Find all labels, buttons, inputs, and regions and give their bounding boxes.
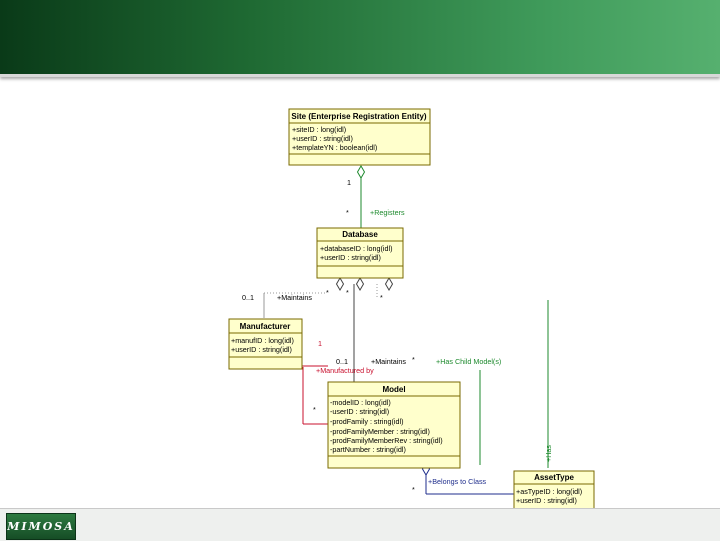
- class-site: Site (Enterprise Registration Entity) +s…: [288, 108, 431, 166]
- model-attr-3: -prodFamily : string(idl): [330, 417, 404, 426]
- database-aggregation-diamond-3: [384, 277, 394, 291]
- database-class-title: Database: [342, 230, 378, 239]
- database-aggregation-diamond-2: [355, 277, 365, 291]
- database-multiplicity: *: [346, 208, 349, 217]
- assettype-class-title: AssetType: [534, 473, 574, 482]
- has-child-models-label: +Has Child Model(s): [436, 357, 501, 366]
- belongs-to-class-label: +Belongs to Class: [428, 477, 487, 486]
- model-attr-5: -prodFamilyMemberRev : string(idl): [330, 436, 443, 445]
- database-star-1: *: [326, 288, 329, 297]
- model-attr-4: -prodFamilyMember : string(idl): [330, 427, 430, 436]
- model-class-title: Model: [382, 385, 405, 394]
- maintains-role-label: +Maintains: [277, 293, 312, 302]
- model-star: *: [313, 405, 316, 414]
- class-manufacturer: Manufacturer +manufID : long(idl) +userI…: [228, 318, 303, 370]
- manufacturer-multiplicity: 0..1: [242, 293, 254, 302]
- assettype-star: *: [412, 485, 415, 494]
- model-attr-2: -userID : string(idl): [330, 407, 389, 416]
- site-attr-2: +userID : string(idl): [292, 134, 353, 143]
- site-attr-1: +siteID : long(idl): [292, 125, 346, 134]
- manufacturer-attr-1: +manufID : long(idl): [231, 336, 294, 345]
- model-attr-1: -modelID : long(idl): [330, 398, 391, 407]
- mimosa-logo: MIMOSA: [6, 513, 76, 540]
- database-attr-1: +databaseID : long(idl): [320, 244, 393, 253]
- assettype-attr-1: +asTypeID : long(idl): [516, 487, 582, 496]
- class-database: Database +databaseID : long(idl) +userID…: [316, 227, 404, 279]
- maintains-star: *: [412, 355, 415, 364]
- database-aggregation-diamond-1: [335, 277, 345, 291]
- site-attr-3: +templateYN : boolean(idl): [292, 143, 377, 152]
- maintains-role-label-2: +Maintains: [371, 357, 406, 366]
- uml-class-diagram: Site (Enterprise Registration Entity) +s…: [228, 108, 595, 520]
- database-attr-2: +userID : string(idl): [320, 253, 381, 262]
- manufactured-by-label: +Manufactured by: [316, 366, 374, 375]
- model-attr-6: -partNumber : string(idl): [330, 445, 406, 454]
- registers-role-label: +Registers: [370, 208, 405, 217]
- database-star-3: *: [380, 293, 383, 302]
- site-multiplicity: 1: [347, 178, 351, 187]
- manufacturer-one-multiplicity: 1: [318, 339, 322, 348]
- model-multiplicity: 0..1: [336, 357, 348, 366]
- site-aggregation-diamond: [356, 165, 366, 179]
- manufacturer-attr-2: +userID : string(idl): [231, 345, 292, 354]
- slide-footer-bar: [0, 508, 720, 541]
- assettype-attr-2: +userID : string(idl): [516, 496, 577, 505]
- vertical-has-label: +Has: [544, 445, 553, 462]
- site-class-title: Site (Enterprise Registration Entity): [291, 112, 426, 121]
- class-model: Model -modelID : long(idl) -userID : str…: [327, 381, 461, 469]
- database-star-2: *: [346, 288, 349, 297]
- manufacturer-class-title: Manufacturer: [240, 322, 291, 331]
